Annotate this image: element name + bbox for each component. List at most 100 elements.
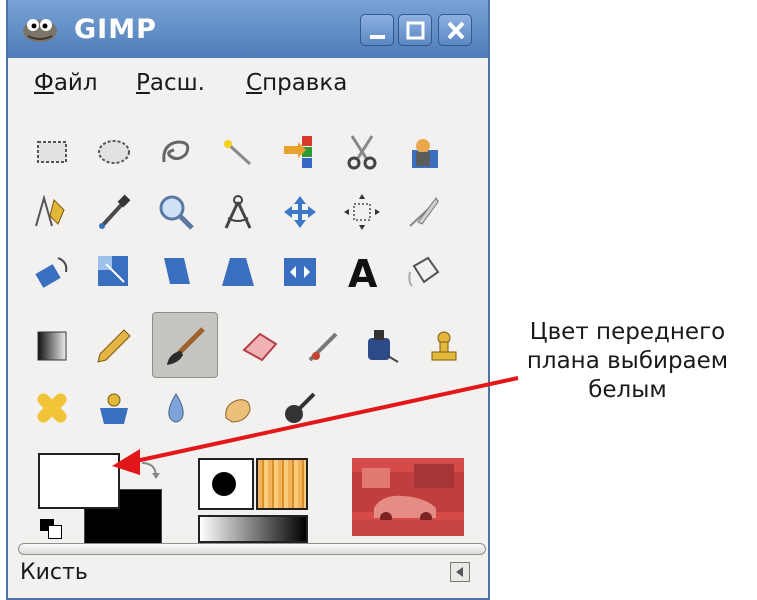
- measure-icon: [224, 195, 252, 229]
- tool-ink[interactable]: [352, 316, 412, 376]
- annotation-line-3: белым: [588, 377, 667, 403]
- clone-icon: [431, 331, 457, 361]
- tool-rect-select[interactable]: [22, 122, 82, 182]
- tool-blur[interactable]: [146, 378, 206, 438]
- minimize-button[interactable]: [360, 14, 394, 46]
- move-icon: [284, 196, 316, 228]
- tool-flip[interactable]: [270, 242, 330, 302]
- paths-icon: [35, 194, 65, 227]
- close-icon: [447, 21, 465, 40]
- menu-extensions[interactable]: Расш.: [136, 70, 205, 96]
- dodge-burn-icon: [285, 392, 316, 423]
- tool-rotate[interactable]: [22, 242, 82, 302]
- triangle-left-icon: [456, 567, 463, 577]
- tool-align[interactable]: [332, 182, 392, 242]
- eraser-icon: [242, 332, 278, 362]
- blend-icon: [37, 331, 67, 361]
- bucket-fill-icon: [408, 256, 440, 287]
- tool-color-picker[interactable]: [84, 182, 144, 242]
- menu-extensions-label: асш.: [149, 70, 205, 96]
- tool-zoom[interactable]: [146, 182, 206, 242]
- maximize-button[interactable]: [398, 14, 432, 46]
- annotation-text: Цвет переднего плана выбираем белым: [500, 318, 755, 405]
- minimize-icon: [370, 35, 385, 39]
- crop-icon: [409, 197, 439, 227]
- active-image-thumbnail[interactable]: [352, 458, 464, 536]
- tool-color-select[interactable]: [270, 122, 330, 182]
- foreground-color-swatch[interactable]: [38, 453, 120, 509]
- tool-perspective-clone[interactable]: [84, 378, 144, 438]
- smudge-icon: [225, 399, 251, 423]
- annotation-line-1: Цвет переднего: [529, 319, 726, 345]
- swap-colors-icon[interactable]: [140, 459, 160, 481]
- shear-icon: [164, 258, 190, 284]
- pattern-preview[interactable]: [256, 458, 308, 510]
- zoom-icon: [159, 195, 194, 230]
- paintbrush-icon: [167, 327, 205, 365]
- fuzzy-select-icon: [224, 140, 252, 166]
- maximize-icon: [406, 21, 425, 40]
- align-icon: [344, 194, 380, 230]
- perspective-icon: [222, 258, 254, 286]
- brush-dot: [212, 472, 236, 496]
- dock-menu-button[interactable]: [450, 562, 470, 582]
- svg-text:A: A: [348, 252, 378, 292]
- menu-file[interactable]: Файл: [34, 70, 98, 96]
- gradient-preview[interactable]: [198, 515, 308, 543]
- tool-heal[interactable]: [22, 378, 82, 438]
- title-bar[interactable]: GIMP: [8, 0, 488, 58]
- scissors-icon: [347, 135, 377, 170]
- airbrush-icon: [308, 332, 338, 362]
- color-select-icon: [284, 136, 312, 168]
- tool-scale[interactable]: [84, 242, 144, 302]
- tool-measure[interactable]: [208, 182, 268, 242]
- menu-help[interactable]: Справка: [246, 70, 347, 96]
- gimp-wilber-icon: [23, 19, 57, 42]
- flip-icon: [284, 258, 316, 286]
- tool-perspective[interactable]: [208, 242, 268, 302]
- menu-bar: Файл Расш. Справка: [8, 60, 488, 110]
- menu-file-label: айл: [53, 70, 98, 96]
- tool-blend[interactable]: [22, 316, 82, 376]
- fg-bg-color-area: [38, 453, 168, 549]
- tool-foreground-select[interactable]: [394, 122, 454, 182]
- pencil-icon: [97, 329, 131, 363]
- scale-icon: [98, 256, 128, 286]
- dock-separator[interactable]: [18, 543, 486, 555]
- ellipse-select-icon: [98, 140, 130, 164]
- tool-text[interactable]: A: [332, 242, 392, 302]
- tool-bucket-fill[interactable]: [394, 242, 454, 302]
- tool-eraser[interactable]: [230, 316, 290, 376]
- window-title: GIMP: [74, 14, 157, 45]
- tool-scissors[interactable]: [332, 122, 392, 182]
- dock-tab-label[interactable]: Кисть: [20, 560, 88, 585]
- color-picker-icon: [99, 194, 131, 229]
- tool-paintbrush[interactable]: [152, 312, 218, 378]
- annotation-line-2: плана выбираем: [526, 348, 729, 374]
- tool-shear[interactable]: [146, 242, 206, 302]
- tool-pencil[interactable]: [84, 316, 144, 376]
- rect-select-icon: [37, 141, 67, 163]
- menu-file-mnemonic: Ф: [34, 70, 54, 96]
- tool-clone[interactable]: [414, 316, 474, 376]
- blur-icon: [168, 393, 184, 423]
- tool-free-select[interactable]: [146, 122, 206, 182]
- ink-icon: [368, 330, 399, 363]
- tool-paths[interactable]: [22, 182, 82, 242]
- free-select-icon: [162, 140, 190, 163]
- gimp-toolbox-window: GIMP Файл Расш. Справка A Кисть: [6, 0, 490, 600]
- tool-crop[interactable]: [394, 182, 454, 242]
- tool-smudge[interactable]: [208, 378, 268, 438]
- menu-help-mnemonic: С: [246, 70, 263, 96]
- tool-dodge-burn[interactable]: [270, 378, 330, 438]
- heal-icon: [37, 393, 67, 423]
- tool-fuzzy-select[interactable]: [208, 122, 268, 182]
- brush-preview[interactable]: [198, 458, 254, 510]
- menu-extensions-mnemonic: Р: [136, 70, 150, 96]
- default-colors-white: [48, 525, 62, 539]
- tool-airbrush[interactable]: [294, 316, 354, 376]
- close-button[interactable]: [438, 14, 472, 46]
- menu-help-label: правка: [262, 70, 348, 96]
- tool-ellipse-select[interactable]: [84, 122, 144, 182]
- tool-move[interactable]: [270, 182, 330, 242]
